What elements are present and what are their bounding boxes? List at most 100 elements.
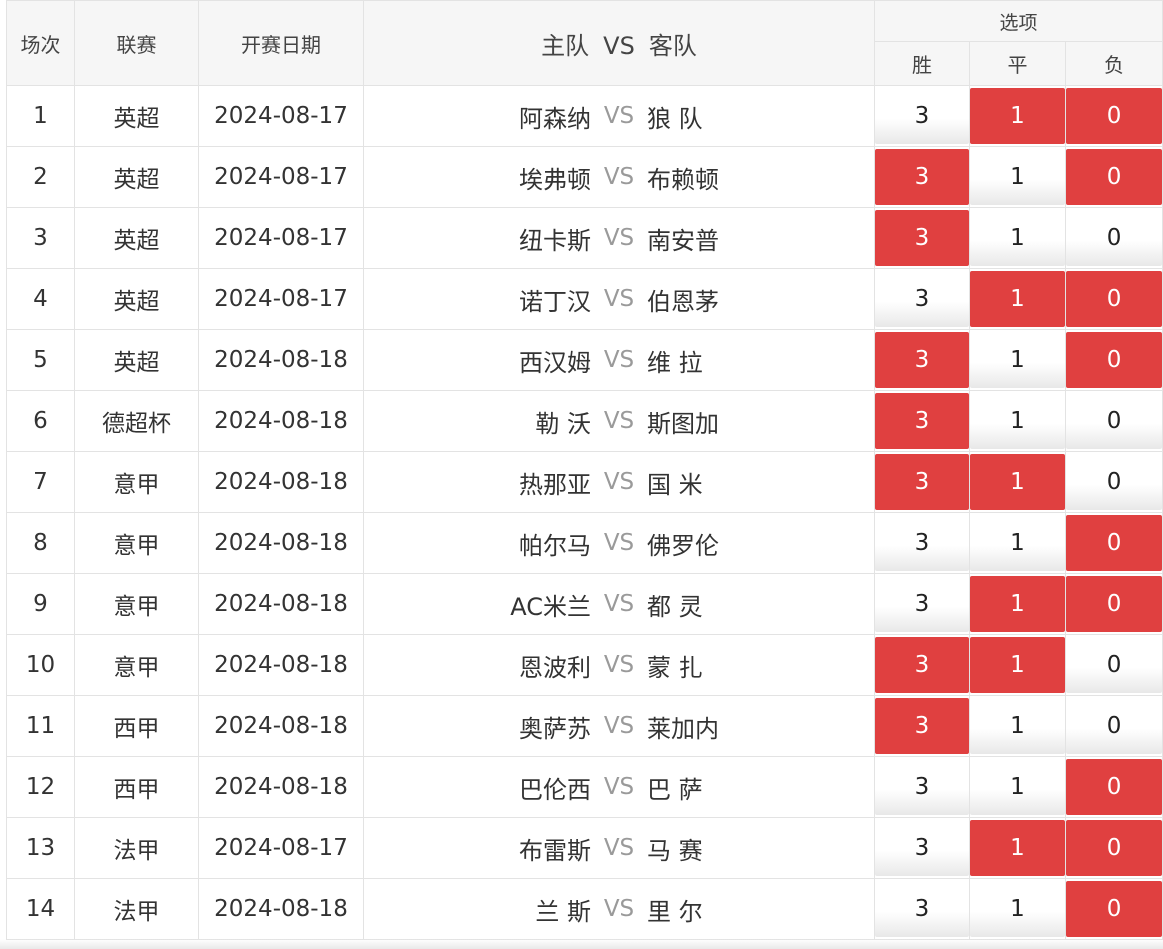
option-draw-button[interactable]: 1 <box>970 637 1065 693</box>
match-number: 5 <box>6 329 75 391</box>
option-win-button[interactable]: 3 <box>875 210 969 266</box>
option-win-button[interactable]: 3 <box>875 332 969 388</box>
option-draw-cell: 1 <box>969 451 1066 513</box>
option-lose-button[interactable]: 0 <box>1066 149 1163 205</box>
match-date: 2024-08-17 <box>198 146 364 208</box>
option-win-button[interactable]: 3 <box>875 88 969 144</box>
option-lose-button[interactable]: 0 <box>1066 210 1163 266</box>
option-draw-button[interactable]: 1 <box>970 393 1065 449</box>
match-date: 2024-08-18 <box>198 695 364 757</box>
header-date: 开赛日期 <box>198 0 364 86</box>
league-name: 西甲 <box>74 756 199 818</box>
match-date: 2024-08-18 <box>198 329 364 391</box>
away-team: 都 灵 <box>647 592 703 621</box>
match-teams: 巴伦西 VS 巴 萨 <box>363 756 875 818</box>
option-win-button[interactable]: 3 <box>875 454 969 510</box>
option-win-button[interactable]: 3 <box>875 820 969 876</box>
option-lose-button[interactable]: 0 <box>1066 881 1163 937</box>
option-lose-button[interactable]: 0 <box>1066 393 1163 449</box>
option-win-button[interactable]: 3 <box>875 759 969 815</box>
match-number: 12 <box>6 756 75 818</box>
option-lose-cell: 0 <box>1064 207 1163 269</box>
option-draw-button[interactable]: 1 <box>970 820 1065 876</box>
option-lose-button[interactable]: 0 <box>1066 271 1163 327</box>
match-date: 2024-08-18 <box>198 634 364 696</box>
option-win-button[interactable]: 3 <box>875 393 969 449</box>
league-name: 意甲 <box>74 451 199 513</box>
home-team: 西汉姆 <box>519 348 591 377</box>
option-win-cell: 3 <box>874 390 970 452</box>
away-team: 斯图加 <box>647 409 719 438</box>
option-draw-button[interactable]: 1 <box>970 332 1065 388</box>
vs-label: VS <box>603 835 635 861</box>
match-teams: 诺丁汉 VS 伯恩茅 <box>363 268 875 330</box>
vs-label: VS <box>603 408 635 434</box>
league-name: 意甲 <box>74 634 199 696</box>
match-teams: 热那亚 VS 国 米 <box>363 451 875 513</box>
option-win-cell: 3 <box>874 268 970 330</box>
table-row: 10 意甲 2024-08-18 恩波利 VS 蒙 扎 3 1 0 <box>6 634 1163 696</box>
option-draw-button[interactable]: 1 <box>970 210 1065 266</box>
option-win-cell: 3 <box>874 634 970 696</box>
option-lose-cell: 0 <box>1064 268 1163 330</box>
match-number: 13 <box>6 817 75 879</box>
option-win-button[interactable]: 3 <box>875 576 969 632</box>
vs-label: VS <box>603 591 635 617</box>
league-name: 法甲 <box>74 878 199 940</box>
option-lose-button[interactable]: 0 <box>1066 88 1163 144</box>
vs-label: VS <box>603 103 635 129</box>
option-lose-button[interactable]: 0 <box>1066 698 1163 754</box>
option-win-cell: 3 <box>874 878 970 940</box>
match-teams: 纽卡斯 VS 南安普 <box>363 207 875 269</box>
option-draw-button[interactable]: 1 <box>970 576 1065 632</box>
match-teams: 帕尔马 VS 佛罗伦 <box>363 512 875 574</box>
option-draw-button[interactable]: 1 <box>970 881 1065 937</box>
header-win: 胜 <box>874 41 970 86</box>
match-number: 1 <box>6 85 75 147</box>
match-number: 2 <box>6 146 75 208</box>
header-match: 主队 VS 客队 <box>363 0 875 86</box>
option-win-button[interactable]: 3 <box>875 881 969 937</box>
option-lose-button[interactable]: 0 <box>1066 515 1163 571</box>
option-lose-cell: 0 <box>1064 146 1163 208</box>
table-row: 1 英超 2024-08-17 阿森纳 VS 狼 队 3 1 0 <box>6 85 1163 147</box>
option-lose-button[interactable]: 0 <box>1066 759 1163 815</box>
option-draw-button[interactable]: 1 <box>970 454 1065 510</box>
option-lose-cell: 0 <box>1064 329 1163 391</box>
option-win-cell: 3 <box>874 695 970 757</box>
option-draw-button[interactable]: 1 <box>970 149 1065 205</box>
league-name: 英超 <box>74 85 199 147</box>
option-draw-button[interactable]: 1 <box>970 515 1065 571</box>
option-lose-cell: 0 <box>1064 878 1163 940</box>
option-lose-button[interactable]: 0 <box>1066 454 1163 510</box>
option-win-button[interactable]: 3 <box>875 515 969 571</box>
home-team: 诺丁汉 <box>519 287 591 316</box>
option-win-button[interactable]: 3 <box>875 698 969 754</box>
option-draw-button[interactable]: 1 <box>970 271 1065 327</box>
option-lose-button[interactable]: 0 <box>1066 820 1163 876</box>
table-row: 12 西甲 2024-08-18 巴伦西 VS 巴 萨 3 1 0 <box>6 756 1163 818</box>
option-draw-cell: 1 <box>969 329 1066 391</box>
table-row: 13 法甲 2024-08-17 布雷斯 VS 马 赛 3 1 0 <box>6 817 1163 879</box>
header-away: 客队 <box>648 31 697 60</box>
option-lose-button[interactable]: 0 <box>1066 332 1163 388</box>
table-row: 4 英超 2024-08-17 诺丁汉 VS 伯恩茅 3 1 0 <box>6 268 1163 330</box>
away-team: 莱加内 <box>647 714 719 743</box>
option-draw-button[interactable]: 1 <box>970 698 1065 754</box>
home-team: 勒 沃 <box>535 409 591 438</box>
match-number: 6 <box>6 390 75 452</box>
option-lose-cell: 0 <box>1064 573 1163 635</box>
option-win-button[interactable]: 3 <box>875 271 969 327</box>
option-win-button[interactable]: 3 <box>875 637 969 693</box>
match-teams: 埃弗顿 VS 布赖顿 <box>363 146 875 208</box>
match-teams: 恩波利 VS 蒙 扎 <box>363 634 875 696</box>
lottery-page: 场次 联赛 开赛日期 主队 VS 客队 选项 胜 平 负 1 英超 2024-08-… <box>0 0 1163 949</box>
option-win-cell: 3 <box>874 756 970 818</box>
vs-label: VS <box>603 347 635 373</box>
option-draw-cell: 1 <box>969 268 1066 330</box>
option-draw-button[interactable]: 1 <box>970 759 1065 815</box>
option-lose-button[interactable]: 0 <box>1066 576 1163 632</box>
option-draw-button[interactable]: 1 <box>970 88 1065 144</box>
option-win-button[interactable]: 3 <box>875 149 969 205</box>
option-lose-button[interactable]: 0 <box>1066 637 1163 693</box>
